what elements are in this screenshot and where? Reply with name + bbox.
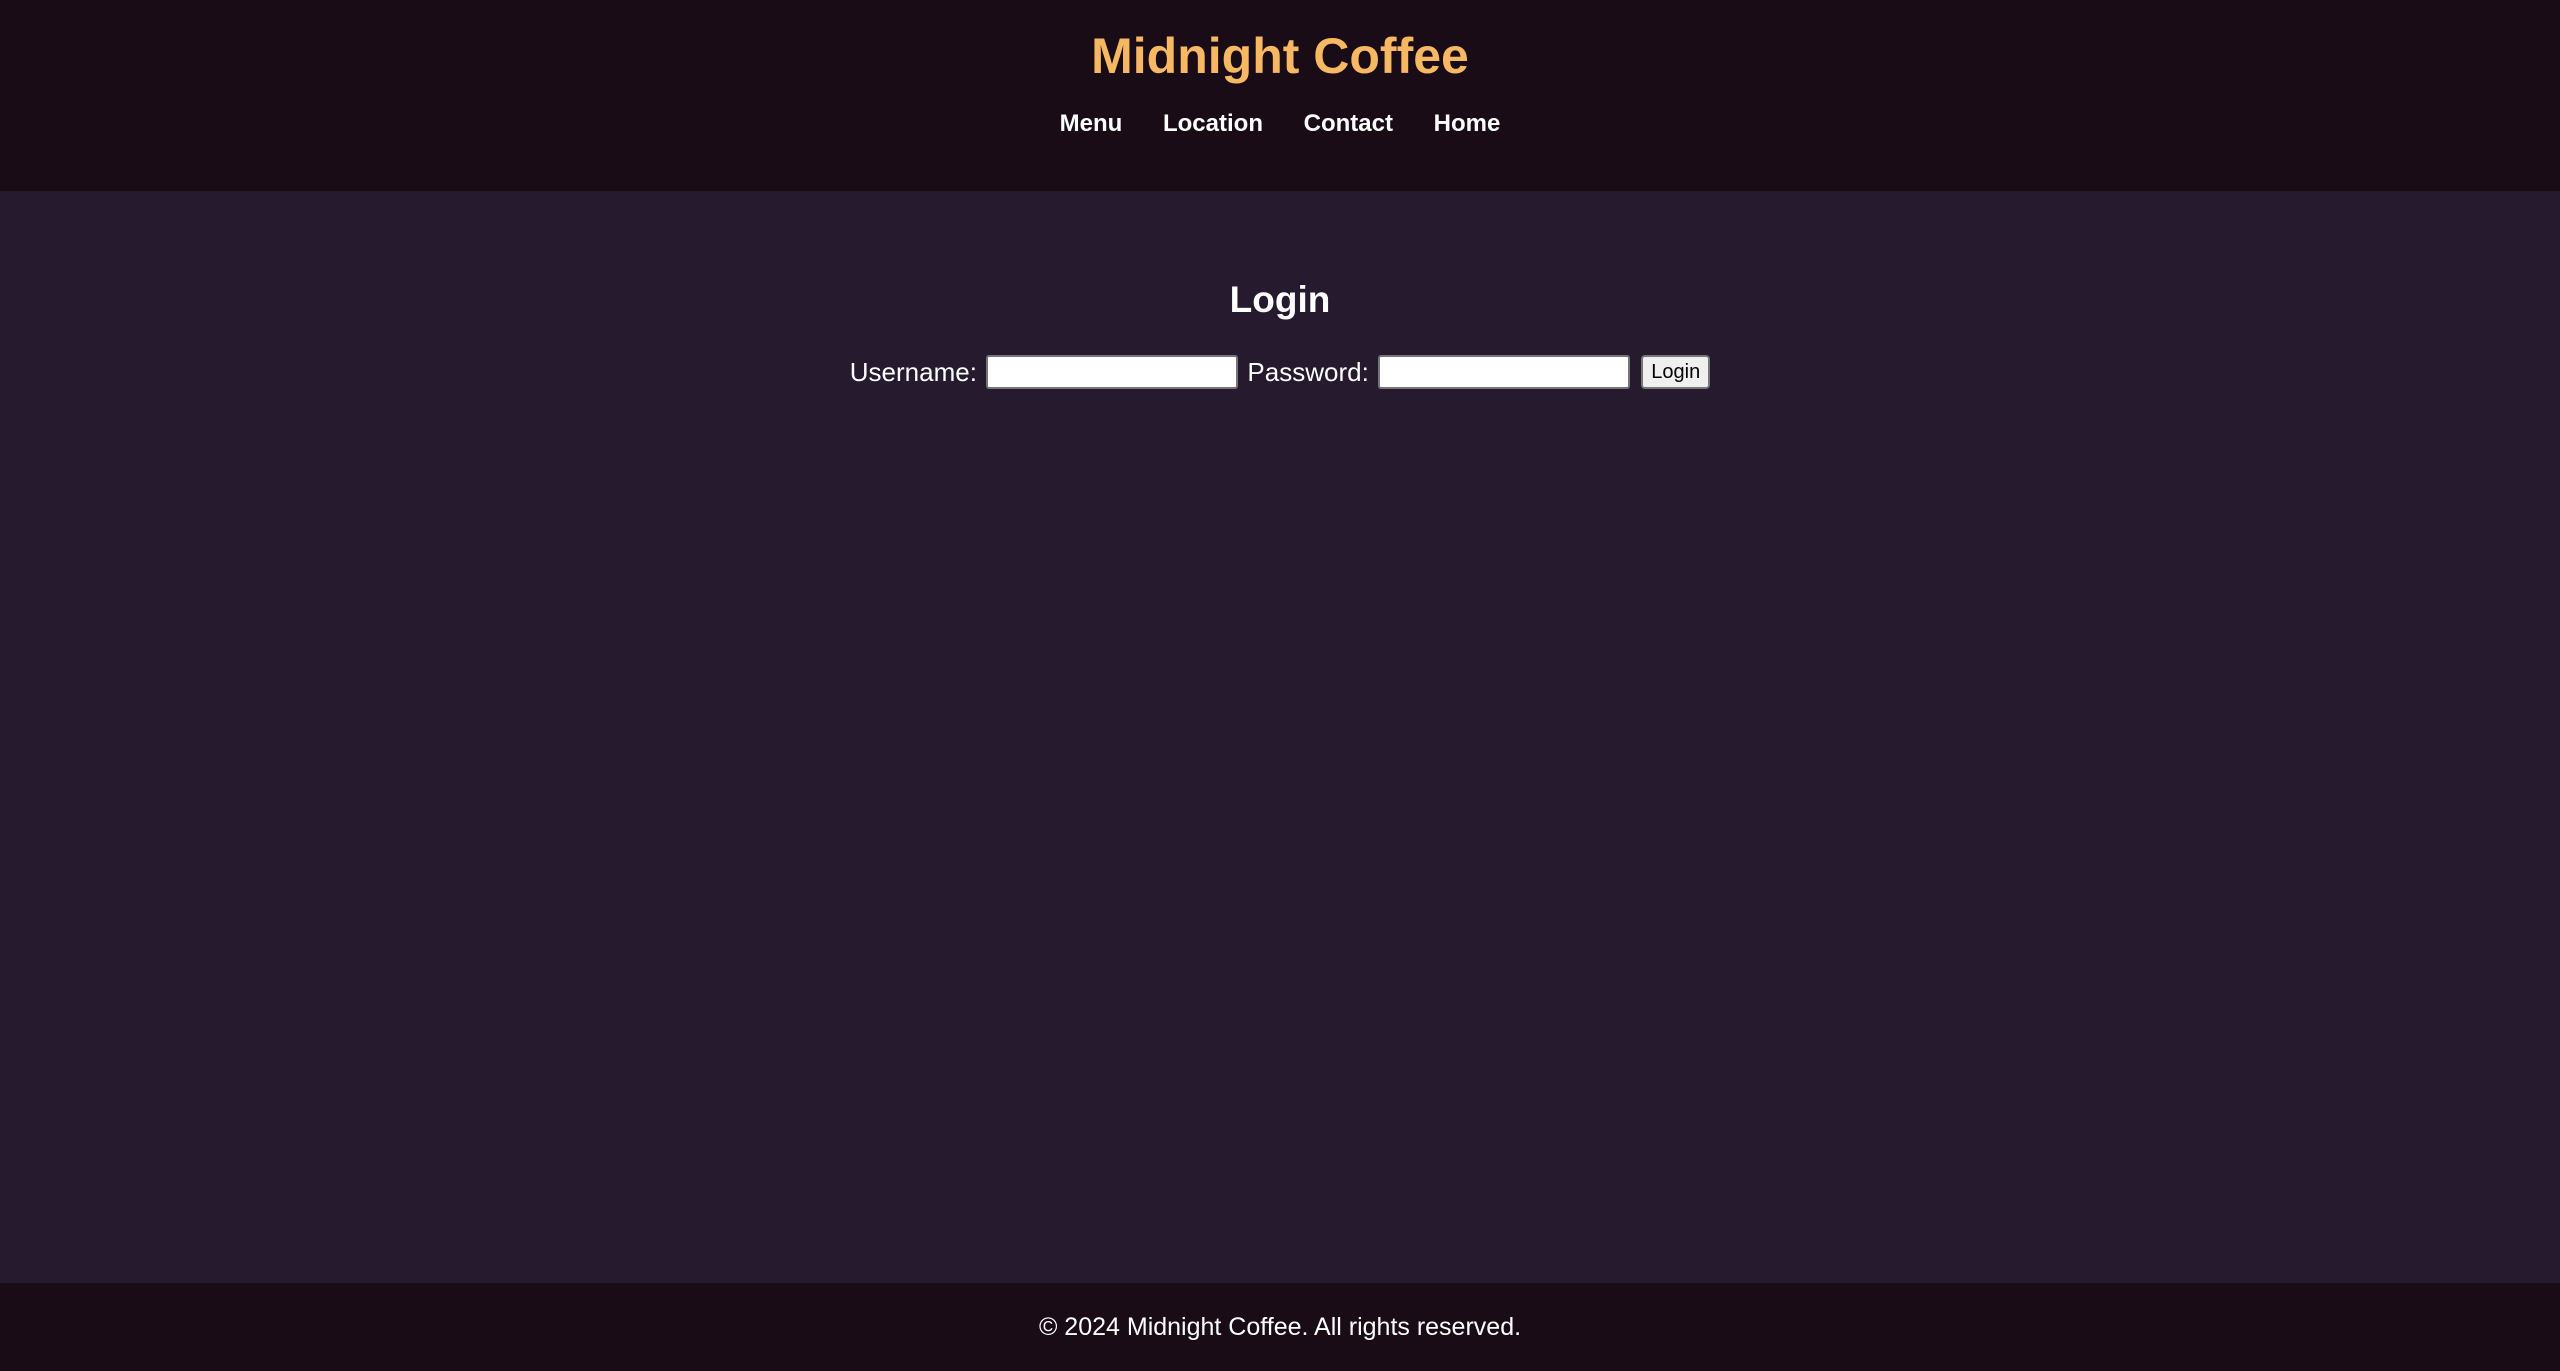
- site-title: Midnight Coffee: [1091, 28, 1469, 84]
- login-heading: Login: [1229, 279, 1331, 320]
- site-footer: © 2024 Midnight Coffee. All rights reser…: [0, 1283, 2560, 1371]
- site-header: Midnight Coffee Menu Location Contact Ho…: [0, 0, 2560, 191]
- nav-link-location[interactable]: Location: [1163, 108, 1263, 140]
- page: Midnight Coffee Menu Location Contact Ho…: [0, 0, 2560, 1371]
- main-nav: Menu Location Contact Home: [0, 108, 2560, 140]
- login-form: Username: Password: Login: [0, 352, 2560, 390]
- nav-link-home[interactable]: Home: [1434, 108, 1501, 140]
- nav-link-contact[interactable]: Contact: [1304, 108, 1393, 140]
- main-content: Login Username: Password: Login: [0, 191, 2560, 1283]
- nav-link-menu[interactable]: Menu: [1060, 108, 1123, 140]
- copyright-text: © 2024 Midnight Coffee. All rights reser…: [1038, 1313, 1522, 1341]
- username-label: Username:: [849, 357, 977, 388]
- login-button[interactable]: Login: [1641, 355, 1711, 390]
- username-input[interactable]: [986, 355, 1239, 390]
- password-input[interactable]: [1378, 355, 1631, 390]
- password-label: Password:: [1247, 357, 1369, 388]
